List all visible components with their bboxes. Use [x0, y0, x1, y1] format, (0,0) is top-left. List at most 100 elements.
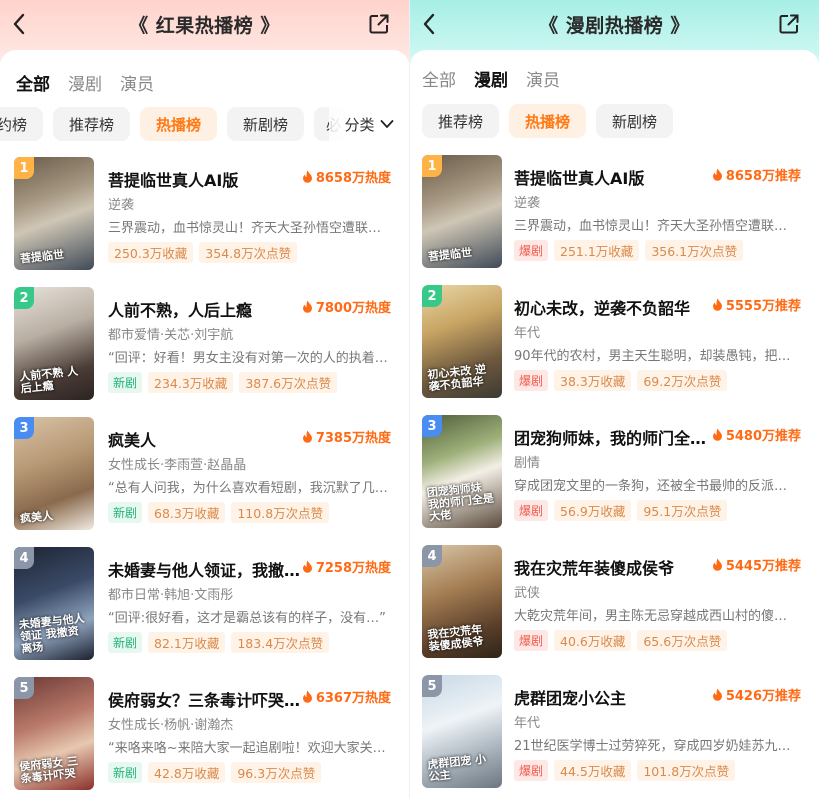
heat-text: 5480万推荐	[725, 429, 801, 444]
cover-image: 人前不熟 人后上瘾 2	[14, 287, 94, 400]
chart-chips: 预约榜 推荐榜 热播榜 新剧榜 必	[0, 106, 363, 142]
list-item[interactable]: 菩提临世 1 菩提临世真人AI版 8658万热度 逆袭 三界震动，血书惊灵山！齐…	[0, 157, 409, 270]
chip-reservation[interactable]: 预约榜	[0, 107, 44, 141]
item-info: 初心未改，逆袭不负韶华 5555万推荐 年代 90年代的农村，男主天生聪明，却装…	[514, 285, 807, 398]
chip-hot[interactable]: 热播榜	[140, 107, 218, 141]
favorites-count: 82.1万收藏	[148, 632, 226, 653]
chevron-down-icon	[380, 120, 393, 128]
cover-caption: 团宠狗师妹 我的师门全是大佬	[426, 480, 495, 524]
flame-icon	[302, 560, 312, 573]
item-tags: 都市爱情·关芯·刘宇航	[108, 328, 234, 343]
tab-actors[interactable]: 演员	[120, 70, 154, 95]
list-item[interactable]: 初心未改 逆袭不负韶华 2 初心未改，逆袭不负韶华 5555万推荐 年代 90年…	[410, 285, 819, 398]
chip-hot[interactable]: 热播榜	[509, 104, 587, 138]
list-item[interactable]: 团宠狗师妹 我的师门全是大佬 3 团宠狗师妹，我的师门全… 5480万推荐 剧情…	[410, 415, 819, 528]
category-button[interactable]: 分类	[329, 106, 409, 142]
item-title: 人前不熟，人后上瘾	[108, 301, 253, 320]
heat-value: 8658万热度	[302, 167, 391, 186]
item-info: 人前不熟，人后上瘾 7800万热度 都市爱情·关芯·刘宇航 “回评：好看！男女主…	[108, 287, 397, 400]
share-icon	[369, 14, 389, 34]
likes-count: 69.2万次点赞	[637, 370, 728, 391]
list-item[interactable]: 虎群团宠 小公主 5 虎群团宠小公主 5426万推荐 年代 21世纪医学博士过劳…	[410, 675, 819, 788]
cover-image: 疯美人 3	[14, 417, 94, 530]
cover-image: 未婚妻与他人领证 我撤资离场 4	[14, 547, 94, 660]
likes-count: 354.8万次点赞	[199, 242, 298, 263]
item-info: 菩提临世真人AI版 8658万推荐 逆袭 三界震动，血书惊灵山！齐天大圣孙悟空遭…	[514, 155, 807, 268]
item-title: 菩提临世真人AI版	[108, 171, 239, 190]
list-item[interactable]: 我在灾荒年 装傻成侯爷 4 我在灾荒年装傻成侯爷 5445万推荐 武侠 大乾灾荒…	[410, 545, 819, 658]
top-bar: 《 漫剧热播榜 》	[410, 0, 819, 50]
hit-drama-badge: 爆剧	[514, 240, 549, 261]
rank-badge: 1	[14, 157, 34, 179]
list-item[interactable]: 侯府弱女 三条毒计吓哭 5 侯府弱女？三条毒计吓哭… 6367万热度 女性成长·…	[0, 677, 409, 790]
heat-text: 8658万推荐	[725, 169, 801, 184]
likes-count: 183.4万次点赞	[231, 632, 330, 653]
share-icon	[779, 14, 799, 34]
item-info: 疯美人 7385万热度 女性成长·李雨萱·赵晶晶 “总有人问我，为什么喜欢看短剧…	[108, 417, 397, 530]
new-drama-badge: 新剧	[108, 762, 143, 783]
tab-all[interactable]: 全部	[422, 66, 456, 91]
heat-text: 5426万推荐	[725, 689, 801, 704]
item-tags: 年代	[514, 326, 541, 341]
heat-text: 5555万推荐	[725, 299, 801, 314]
item-tags: 剧情	[514, 456, 541, 471]
rank-badge: 5	[14, 677, 34, 699]
left-panel: 《 红果热播榜 》 全部 漫剧 演员 预约榜 推荐榜 热播榜 新剧榜 必 分类 …	[0, 0, 409, 798]
favorites-count: 42.8万收藏	[148, 762, 226, 783]
category-label: 分类	[344, 115, 375, 134]
heat-value: 6367万热度	[302, 687, 391, 706]
chart-chips: 推荐榜 热播榜 新剧榜	[422, 103, 683, 139]
page-title: 《 漫剧热播榜 》	[539, 15, 690, 37]
share-button[interactable]	[777, 12, 801, 36]
list-item[interactable]: 菩提临世 1 菩提临世真人AI版 8658万推荐 逆袭 三界震动，血书惊灵山！齐…	[410, 155, 819, 268]
heat-text: 7800万热度	[315, 301, 391, 316]
chip-new[interactable]: 新剧榜	[227, 107, 305, 141]
heat-text: 8658万热度	[315, 171, 391, 186]
flame-icon	[302, 170, 312, 183]
item-description: “总有人问我，为什么喜欢看短剧，我沉默了几…”	[108, 481, 391, 496]
item-title: 未婚妻与他人领证，我撤…	[108, 561, 301, 580]
heat-text: 7258万热度	[315, 561, 391, 576]
chip-recommend[interactable]: 推荐榜	[422, 104, 500, 138]
item-title: 团宠狗师妹，我的师门全…	[514, 429, 707, 448]
list-item[interactable]: 人前不熟 人后上瘾 2 人前不熟，人后上瘾 7800万热度 都市爱情·关芯·刘宇…	[0, 287, 409, 400]
right-panel: 《 漫剧热播榜 》 全部 漫剧 演员 推荐榜 热播榜 新剧榜 菩提临世 1 菩提…	[409, 0, 819, 798]
top-bar: 《 红果热播榜 》	[0, 0, 409, 50]
item-tags: 女性成长·杨帆·谢瀚杰	[108, 718, 234, 733]
heat-text: 7385万热度	[315, 431, 391, 446]
tab-actors[interactable]: 演员	[526, 66, 560, 91]
favorites-count: 38.3万收藏	[554, 370, 632, 391]
item-description: 21世纪医学博士过劳猝死，穿成四岁奶娃苏九…	[514, 739, 791, 754]
cover-image: 菩提临世 1	[14, 157, 94, 270]
cover-image: 初心未改 逆袭不负韶华 2	[422, 285, 502, 398]
item-stats: 新剧 68.3万收藏 110.8万次点赞	[108, 502, 335, 523]
item-stats: 爆剧 251.1万收藏 356.1万次点赞	[514, 240, 749, 261]
favorites-count: 56.9万收藏	[554, 500, 632, 521]
new-drama-badge: 新剧	[108, 502, 143, 523]
list-item[interactable]: 未婚妻与他人领证 我撤资离场 4 未婚妻与他人领证，我撤… 7258万热度 都市…	[0, 547, 409, 660]
tab-all[interactable]: 全部	[16, 70, 50, 95]
favorites-count: 40.6万收藏	[554, 630, 632, 651]
item-stats: 爆剧 40.6万收藏 65.6万次点赞	[514, 630, 733, 651]
cover-image: 虎群团宠 小公主 5	[422, 675, 502, 788]
cover-image: 侯府弱女 三条毒计吓哭 5	[14, 677, 94, 790]
new-drama-badge: 新剧	[108, 632, 143, 653]
heat-value: 8658万推荐	[712, 165, 801, 184]
cover-caption: 未婚妻与他人领证 我撤资离场	[18, 611, 86, 656]
item-stats: 爆剧 56.9万收藏 95.1万次点赞	[514, 500, 733, 521]
hit-drama-badge: 爆剧	[514, 760, 549, 781]
chip-new[interactable]: 新剧榜	[596, 104, 674, 138]
tab-manju[interactable]: 漫剧	[68, 70, 102, 95]
rank-badge: 2	[422, 285, 442, 307]
cover-image: 我在灾荒年 装傻成侯爷 4	[422, 545, 502, 658]
list-item[interactable]: 疯美人 3 疯美人 7385万热度 女性成长·李雨萱·赵晶晶 “总有人问我，为什…	[0, 417, 409, 530]
chip-recommend[interactable]: 推荐榜	[53, 107, 131, 141]
share-button[interactable]	[367, 12, 391, 36]
tab-manju[interactable]: 漫剧	[474, 66, 508, 91]
cover-image: 菩提临世 1	[422, 155, 502, 268]
hit-drama-badge: 爆剧	[514, 370, 549, 391]
likes-count: 65.6万次点赞	[637, 630, 728, 651]
item-title: 初心未改，逆袭不负韶华	[514, 299, 691, 318]
item-tags: 年代	[514, 716, 541, 731]
item-info: 我在灾荒年装傻成侯爷 5445万推荐 武侠 大乾灾荒年间，男主陈无忌穿越成西山村…	[514, 545, 807, 658]
